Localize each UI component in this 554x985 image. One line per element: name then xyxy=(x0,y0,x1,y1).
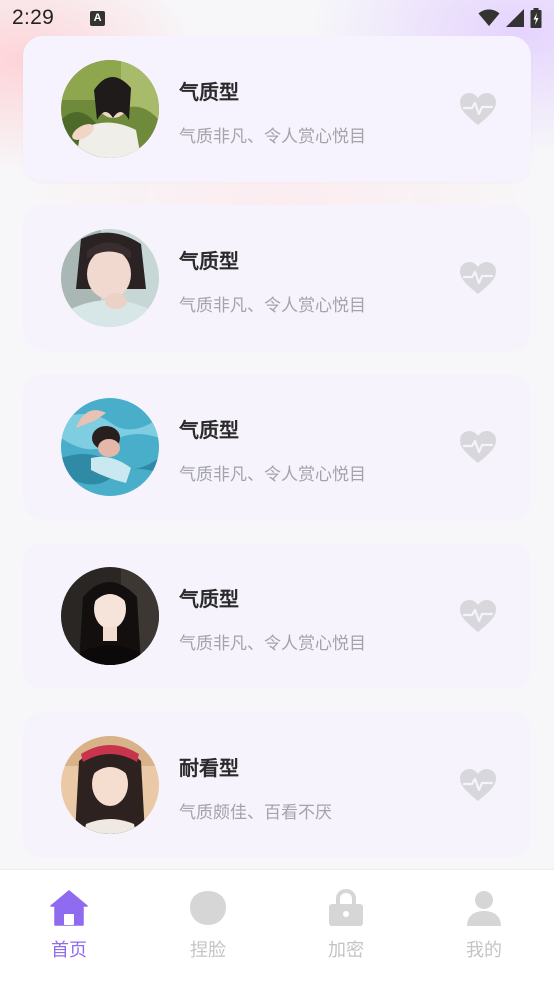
avatar xyxy=(61,229,159,327)
home-icon xyxy=(49,888,89,928)
card-subtitle: 气质非凡、令人赏心悦目 xyxy=(179,634,366,654)
avatar xyxy=(61,567,159,665)
list-item[interactable]: 气质型 气质非凡、令人赏心悦目 xyxy=(23,36,531,182)
avatar xyxy=(61,60,159,158)
card-subtitle: 气质非凡、令人赏心悦目 xyxy=(179,127,366,147)
tab-label: 我的 xyxy=(466,940,502,961)
face-icon xyxy=(188,888,228,928)
tab-face[interactable]: 捏脸 xyxy=(163,888,253,968)
card-subtitle: 气质非凡、令人赏心悦目 xyxy=(179,296,366,316)
bottom-tab-bar: 首页 捏脸 加密 我的 xyxy=(0,869,554,985)
heartbeat-icon[interactable] xyxy=(459,768,497,802)
tab-profile[interactable]: 我的 xyxy=(439,888,529,968)
status-bar: 2:29 A xyxy=(0,0,554,36)
status-icons xyxy=(478,8,542,28)
card-title: 气质型 xyxy=(179,249,239,273)
battery-charging-icon xyxy=(530,8,542,28)
tab-label: 捏脸 xyxy=(190,940,226,961)
person-icon xyxy=(464,888,504,928)
tab-label: 加密 xyxy=(328,940,364,961)
list-item[interactable]: 气质型 气质非凡、令人赏心悦目 xyxy=(23,543,531,689)
a-letter-icon: A xyxy=(90,10,106,26)
tab-encrypt[interactable]: 加密 xyxy=(301,888,391,968)
card-subtitle: 气质颇佳、百看不厌 xyxy=(179,803,332,823)
list-item[interactable]: 气质型 气质非凡、令人赏心悦目 xyxy=(23,374,531,520)
wifi-icon xyxy=(478,9,500,26)
list-item[interactable]: 气质型 气质非凡、令人赏心悦目 xyxy=(23,205,531,351)
heartbeat-icon[interactable] xyxy=(459,92,497,126)
card-title: 气质型 xyxy=(179,587,239,611)
heartbeat-icon[interactable] xyxy=(459,599,497,633)
card-title: 气质型 xyxy=(179,80,239,104)
lock-icon xyxy=(326,888,366,928)
card-title: 耐看型 xyxy=(179,756,239,780)
heartbeat-icon[interactable] xyxy=(459,261,497,295)
card-subtitle: 气质非凡、令人赏心悦目 xyxy=(179,465,366,485)
heartbeat-icon[interactable] xyxy=(459,430,497,464)
avatar xyxy=(61,398,159,496)
list-item[interactable]: 耐看型 气质颇佳、百看不厌 xyxy=(23,712,531,858)
card-title: 气质型 xyxy=(179,418,239,442)
signal-icon xyxy=(506,9,524,27)
status-time: 2:29 xyxy=(12,6,55,29)
tab-label: 首页 xyxy=(51,940,87,961)
avatar xyxy=(61,736,159,834)
tab-home[interactable]: 首页 xyxy=(24,888,114,968)
